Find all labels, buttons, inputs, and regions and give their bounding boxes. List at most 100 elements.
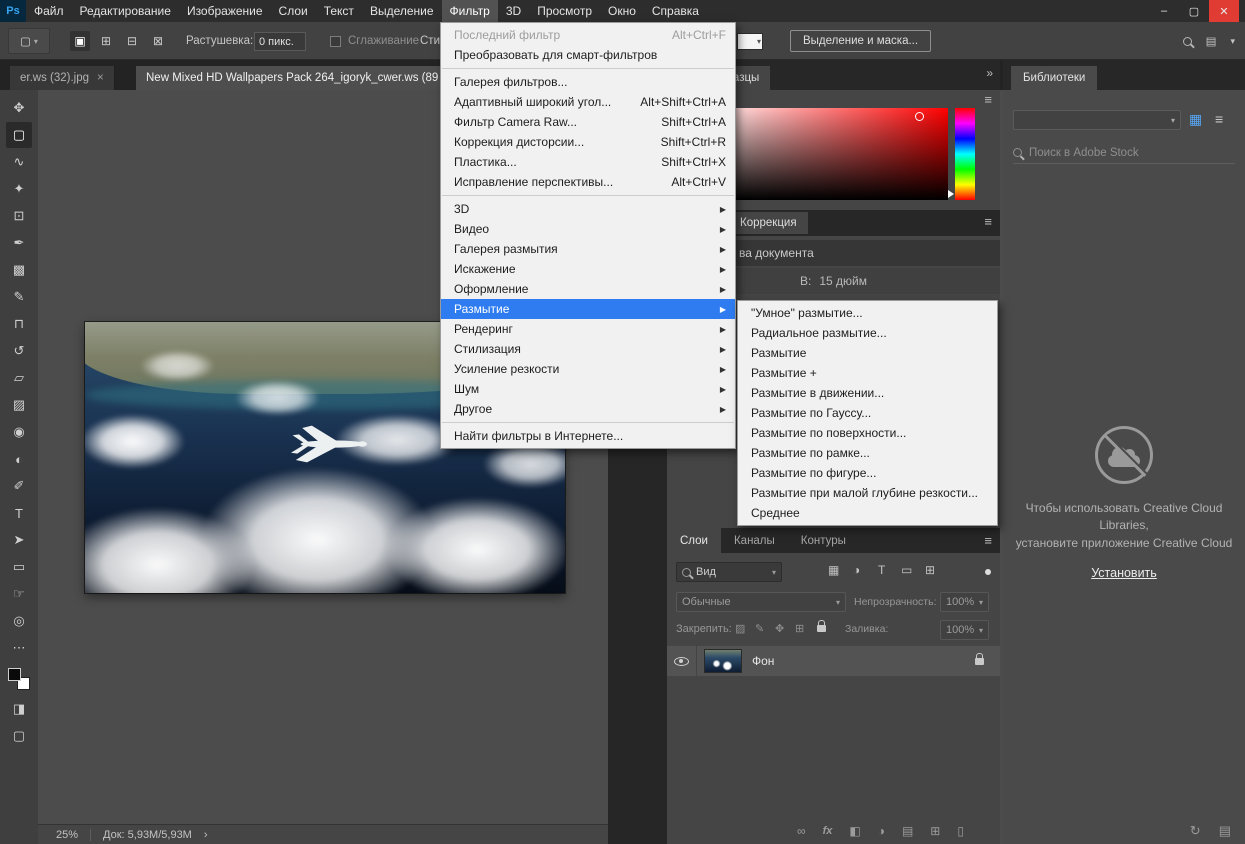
dodge-tool[interactable]: ◐ bbox=[6, 446, 32, 472]
grid-view-icon[interactable]: ▦ bbox=[1189, 111, 1202, 128]
libraries-list-icon[interactable]: ▤ bbox=[1219, 823, 1231, 839]
menu-item-distort[interactable]: Искажение ▶ bbox=[441, 259, 735, 279]
new-group-icon[interactable]: ▤ bbox=[902, 824, 913, 838]
menu-item-other[interactable]: Другое ▶ bbox=[441, 399, 735, 419]
menu-item-browse-filters-online[interactable]: Найти фильтры в Интернете... bbox=[441, 426, 735, 446]
tab-paths[interactable]: Контуры bbox=[788, 528, 859, 553]
menu-item-render[interactable]: Рендеринг ▶ bbox=[441, 319, 735, 339]
layer-mask-icon[interactable]: ◧ bbox=[849, 824, 860, 838]
filter-adjustment-layers-icon[interactable]: ◑ bbox=[853, 563, 860, 577]
status-chevron-icon[interactable]: › bbox=[204, 829, 208, 841]
history-brush-tool[interactable]: ↺ bbox=[6, 338, 32, 364]
tab-channels[interactable]: Каналы bbox=[721, 528, 788, 553]
search-icon[interactable] bbox=[1182, 36, 1192, 46]
document-tab-2[interactable]: New Mixed HD Wallpapers Pack 264_igoryk_… bbox=[136, 66, 449, 90]
add-selection-icon[interactable]: ⊞ bbox=[96, 31, 116, 51]
workspace-icon[interactable]: ▤ bbox=[1206, 34, 1217, 48]
zoom-tool[interactable]: ◎ bbox=[6, 608, 32, 634]
submenu-item-blur[interactable]: Размытие bbox=[738, 343, 997, 363]
menu-window[interactable]: Окно bbox=[600, 0, 644, 22]
menu-item-pixelate[interactable]: Оформление ▶ bbox=[441, 279, 735, 299]
menu-item-lens-correction[interactable]: Коррекция дисторсии... Shift+Ctrl+R bbox=[441, 132, 735, 152]
move-tool[interactable]: ✥ bbox=[6, 95, 32, 121]
menu-item-video[interactable]: Видео ▶ bbox=[441, 219, 735, 239]
hue-slider-marker[interactable] bbox=[948, 190, 954, 198]
menu-item-vanishing-point[interactable]: Исправление перспективы... Alt+Ctrl+V bbox=[441, 172, 735, 192]
layer-filter-toggle[interactable] bbox=[985, 569, 991, 575]
submenu-item-blur-more[interactable]: Размытие + bbox=[738, 363, 997, 383]
menu-item-stylize[interactable]: Стилизация ▶ bbox=[441, 339, 735, 359]
tool-preset-button[interactable]: ▢ ▾ bbox=[8, 28, 50, 54]
menu-item-convert-smart-filters[interactable]: Преобразовать для смарт-фильтров bbox=[441, 45, 735, 65]
anti-alias-checkbox[interactable] bbox=[330, 36, 341, 47]
menu-image[interactable]: Изображение bbox=[179, 0, 271, 22]
foreground-color-swatch[interactable] bbox=[8, 668, 21, 681]
filter-pixel-layers-icon[interactable]: ▦ bbox=[828, 563, 839, 577]
tab-libraries[interactable]: Библиотеки bbox=[1011, 66, 1098, 90]
adjustment-layer-icon[interactable]: ◑ bbox=[878, 824, 885, 838]
quick-mask-button[interactable]: ◨ bbox=[6, 696, 32, 722]
type-tool[interactable]: T bbox=[6, 500, 32, 526]
edit-toolbar-icon[interactable]: ⋯ bbox=[6, 635, 32, 661]
hue-slider[interactable] bbox=[955, 108, 975, 200]
submenu-item-gaussian-blur[interactable]: Размытие по Гауссу... bbox=[738, 403, 997, 423]
filter-shape-layers-icon[interactable]: ▭ bbox=[901, 563, 912, 577]
stock-search-field[interactable]: Поиск в Adobe Stock bbox=[1013, 142, 1235, 164]
sync-icon[interactable]: ↻ bbox=[1190, 823, 1201, 839]
brush-tool[interactable]: ✎ bbox=[6, 284, 32, 310]
submenu-item-shape-blur[interactable]: Размытие по фигуре... bbox=[738, 463, 997, 483]
menu-view[interactable]: Просмотр bbox=[529, 0, 600, 22]
filter-type-layers-icon[interactable]: T bbox=[878, 563, 885, 577]
menu-item-blur-gallery[interactable]: Галерея размытия ▶ bbox=[441, 239, 735, 259]
lock-transparency-icon[interactable]: ▨ bbox=[735, 622, 745, 635]
color-picker-marker[interactable] bbox=[915, 112, 924, 121]
healing-brush-tool[interactable]: ▩ bbox=[6, 257, 32, 283]
tab-layers[interactable]: Слои bbox=[667, 528, 721, 553]
layer-filter-search[interactable]: Вид ▾ bbox=[676, 562, 782, 582]
menu-select[interactable]: Выделение bbox=[362, 0, 442, 22]
color-swatches[interactable] bbox=[8, 668, 30, 690]
document-tab-1[interactable]: er.ws (32).jpg × bbox=[10, 66, 115, 90]
submenu-item-lens-blur[interactable]: Размытие при малой глубине резкости... bbox=[738, 483, 997, 503]
blend-mode-select[interactable]: Обычные ▾ bbox=[676, 592, 846, 612]
subtract-selection-icon[interactable]: ⊟ bbox=[122, 31, 142, 51]
crop-tool[interactable]: ⊡ bbox=[6, 203, 32, 229]
new-selection-icon[interactable]: ▣ bbox=[70, 31, 90, 51]
layer-thumbnail[interactable] bbox=[704, 649, 742, 673]
lock-artboard-icon[interactable]: ⊞ bbox=[795, 622, 804, 635]
path-selection-tool[interactable]: ➤ bbox=[6, 527, 32, 553]
menu-edit[interactable]: Редактирование bbox=[72, 0, 179, 22]
link-layers-icon[interactable]: ∞ bbox=[797, 824, 806, 838]
opacity-select[interactable]: 100% ▾ bbox=[940, 592, 989, 612]
submenu-item-average[interactable]: Среднее bbox=[738, 503, 997, 523]
menu-item-blur[interactable]: Размытие ▶ bbox=[441, 299, 735, 319]
lock-position-icon[interactable]: ✥ bbox=[775, 622, 784, 635]
layer-row-background[interactable]: Фон bbox=[667, 646, 1000, 676]
eye-icon[interactable] bbox=[674, 656, 689, 666]
close-button[interactable]: ✕ bbox=[1209, 0, 1239, 22]
submenu-item-surface-blur[interactable]: Размытие по поверхности... bbox=[738, 423, 997, 443]
list-view-icon[interactable]: ≡ bbox=[1215, 111, 1223, 127]
layer-name[interactable]: Фон bbox=[752, 654, 774, 668]
layer-style-icon[interactable]: fx bbox=[823, 825, 833, 837]
submenu-item-motion-blur[interactable]: Размытие в движении... bbox=[738, 383, 997, 403]
menu-filter[interactable]: Фильтр bbox=[441, 0, 498, 22]
menu-item-sharpen[interactable]: Усиление резкости ▶ bbox=[441, 359, 735, 379]
menu-type[interactable]: Текст bbox=[316, 0, 362, 22]
lock-all-icon[interactable] bbox=[817, 620, 826, 632]
adjustments-menu-icon[interactable]: ≡ bbox=[984, 214, 992, 229]
style-picker[interactable]: ▾ bbox=[737, 33, 763, 50]
submenu-item-box-blur[interactable]: Размытие по рамке... bbox=[738, 443, 997, 463]
collapse-panels-icon[interactable]: » bbox=[986, 66, 993, 80]
menu-layers[interactable]: Слои bbox=[271, 0, 316, 22]
swatches-menu-icon[interactable]: ≡ bbox=[984, 92, 992, 107]
install-link[interactable]: Установить bbox=[1091, 564, 1157, 582]
layers-menu-icon[interactable]: ≡ bbox=[984, 533, 992, 548]
eraser-tool[interactable]: ▱ bbox=[6, 365, 32, 391]
zoom-level[interactable]: 25% bbox=[56, 829, 78, 841]
delete-layer-icon[interactable]: ▯ bbox=[957, 824, 964, 838]
menu-file[interactable]: Файл bbox=[26, 0, 72, 22]
menu-item-filter-gallery[interactable]: Галерея фильтров... bbox=[441, 72, 735, 92]
chevron-down-icon[interactable]: ▾ bbox=[1230, 36, 1235, 47]
blur-tool[interactable]: ◉ bbox=[6, 419, 32, 445]
